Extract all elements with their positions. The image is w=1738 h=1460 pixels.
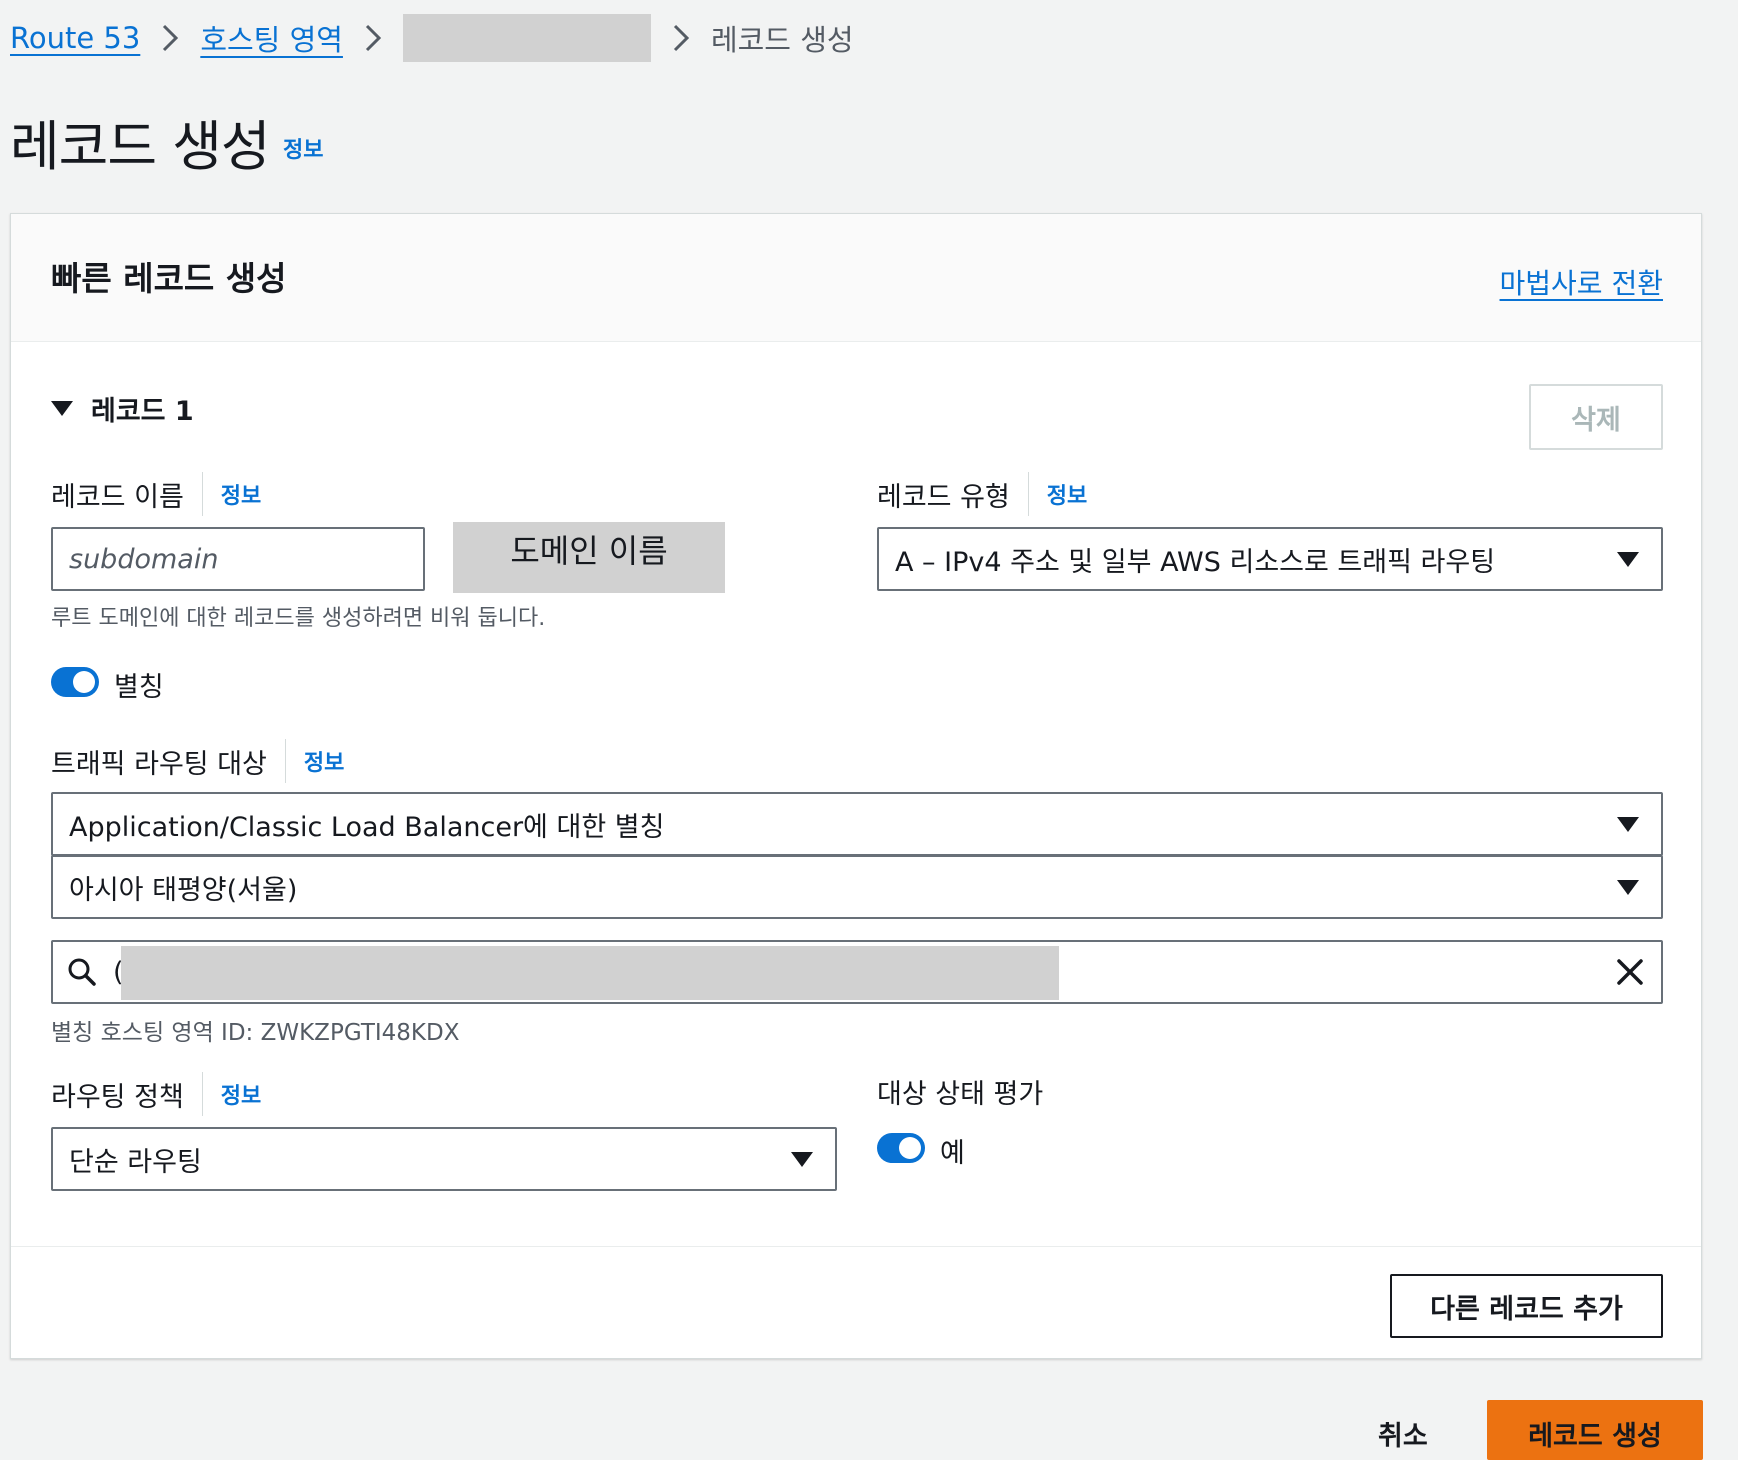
alias-label: 별칭	[114, 672, 164, 703]
record-name-input[interactable]: subdomain	[51, 527, 425, 591]
caret-down-icon	[1617, 880, 1639, 895]
switch-to-wizard-link[interactable]: 마법사로 전환	[1500, 262, 1663, 302]
route-traffic-label-text: 트래픽 라우팅 대상	[51, 748, 267, 780]
cancel-button[interactable]: 취소	[1378, 1414, 1428, 1453]
page-title: 레코드 생성	[10, 115, 271, 178]
endpoint-type-value: Application/Classic Load Balancer에 대한 별칭	[69, 811, 665, 843]
breadcrumb: Route 53 호스팅 영역 레코드 생성	[10, 14, 854, 62]
record-name-info-link[interactable]: 정보	[201, 472, 261, 516]
load-balancer-redacted	[121, 946, 1059, 1000]
breadcrumb-route53-link[interactable]: Route 53	[10, 21, 140, 55]
breadcrumb-current: 레코드 생성	[710, 23, 854, 57]
breadcrumb-hosted-zones-link[interactable]: 호스팅 영역	[200, 17, 343, 59]
page-info-link[interactable]: 정보	[283, 132, 323, 164]
region-select[interactable]: 아시아 태평양(서울)	[51, 855, 1663, 919]
load-balancer-search-input[interactable]: (	[51, 940, 1663, 1004]
quick-create-card: 빠른 레코드 생성 마법사로 전환 레코드 1 삭제 레코드 이름 정보 sub…	[10, 213, 1702, 1359]
record-type-select[interactable]: A – IPv4 주소 및 일부 AWS 리소스로 트래픽 라우팅	[877, 527, 1663, 591]
caret-down-icon	[1617, 552, 1639, 567]
routing-policy-label-text: 라우팅 정책	[51, 1081, 184, 1113]
delete-record-button[interactable]: 삭제	[1529, 384, 1663, 450]
card-title: 빠른 레코드 생성	[51, 259, 287, 298]
chevron-right-icon	[140, 23, 200, 53]
breadcrumb-hosted-zone-redacted[interactable]	[402, 14, 651, 62]
record-type-label: 레코드 유형 정보	[877, 472, 1087, 516]
card-footer-divider	[11, 1246, 1701, 1247]
chevron-right-icon	[343, 23, 403, 53]
caret-down-icon	[1617, 817, 1639, 832]
record-name-label-text: 레코드 이름	[51, 481, 184, 513]
alias-hosted-zone-id: 별칭 호스팅 영역 ID: ZWKZPGTI48KDX	[51, 1020, 460, 1046]
routing-policy-value: 단순 라우팅	[69, 1146, 202, 1178]
record-name-placeholder: subdomain	[69, 543, 219, 575]
toggle-knob	[899, 1137, 921, 1159]
route-traffic-label: 트래픽 라우팅 대상 정보	[51, 739, 344, 783]
chevron-right-icon	[651, 23, 711, 53]
evaluate-health-toggle-label: 예	[940, 1138, 965, 1169]
record-section-title: 레코드 1	[91, 396, 194, 427]
evaluate-health-toggle[interactable]	[877, 1133, 925, 1163]
toggle-knob	[73, 671, 95, 693]
caret-down-icon	[791, 1152, 813, 1167]
routing-policy-label: 라우팅 정책 정보	[51, 1072, 261, 1116]
routing-policy-select[interactable]: 단순 라우팅	[51, 1127, 837, 1191]
domain-name-suffix: 도메인 이름	[453, 522, 725, 593]
add-another-record-button[interactable]: 다른 레코드 추가	[1390, 1274, 1663, 1338]
evaluate-health-label: 대상 상태 평가	[877, 1079, 1044, 1110]
record-section-toggle[interactable]: 레코드 1	[51, 389, 194, 428]
search-icon	[67, 957, 97, 987]
record-type-info-link[interactable]: 정보	[1027, 472, 1087, 516]
routing-policy-info-link[interactable]: 정보	[201, 1072, 261, 1116]
caret-down-icon	[51, 401, 73, 416]
record-type-value: A – IPv4 주소 및 일부 AWS 리소스로 트래픽 라우팅	[895, 546, 1496, 578]
create-records-button[interactable]: 레코드 생성	[1487, 1400, 1703, 1460]
record-name-hint: 루트 도메인에 대한 레코드를 생성하려면 비워 둡니다.	[51, 606, 546, 631]
record-type-label-text: 레코드 유형	[877, 481, 1010, 513]
card-header: 빠른 레코드 생성 마법사로 전환	[11, 214, 1701, 342]
record-name-label: 레코드 이름 정보	[51, 472, 261, 516]
region-value: 아시아 태평양(서울)	[69, 874, 298, 906]
endpoint-type-select[interactable]: Application/Classic Load Balancer에 대한 별칭	[51, 792, 1663, 856]
clear-icon[interactable]	[1615, 957, 1645, 987]
alias-toggle[interactable]	[51, 667, 99, 697]
route-traffic-info-link[interactable]: 정보	[284, 739, 344, 783]
